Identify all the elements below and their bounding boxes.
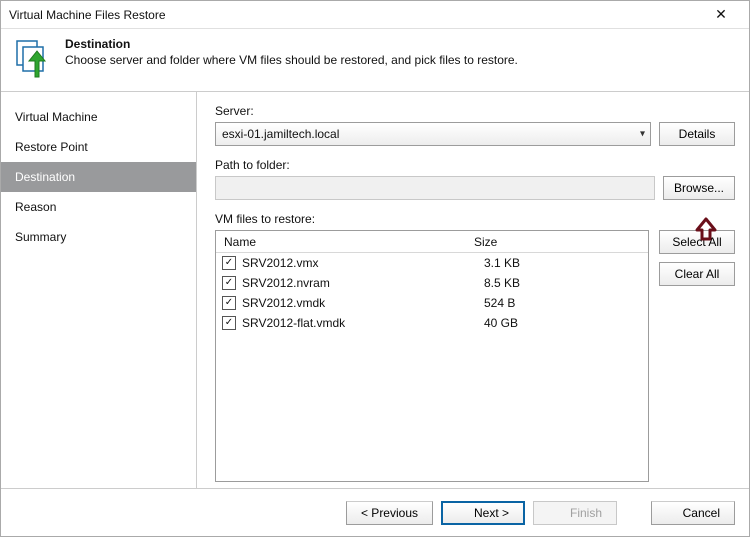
wizard-body: Virtual Machine Restore Point Destinatio…: [1, 91, 749, 488]
files-label: VM files to restore:: [215, 212, 735, 226]
details-button[interactable]: Details: [659, 122, 735, 146]
checkbox-icon[interactable]: ✓: [222, 276, 236, 290]
file-size: 3.1 KB: [478, 256, 648, 270]
path-input[interactable]: [215, 176, 655, 200]
titlebar: Virtual Machine Files Restore ✕: [1, 1, 749, 29]
files-list-rows: ✓ SRV2012.vmx3.1 KB ✓ SRV2012.nvram8.5 KB ✓ S…: [216, 253, 648, 481]
browse-button[interactable]: Browse...: [663, 176, 735, 200]
checkbox-icon[interactable]: ✓: [222, 256, 236, 270]
wizard-footer: < Previous Next > Finish Cancel: [1, 488, 749, 536]
server-select[interactable]: esxi-01.jamiltech.local: [215, 122, 651, 146]
sidebar-item-destination[interactable]: Destination: [1, 162, 196, 192]
step-title: Destination: [65, 37, 518, 51]
sidebar-item-restore-point[interactable]: Restore Point: [1, 132, 196, 162]
column-size-header[interactable]: Size: [468, 235, 638, 249]
files-listbox[interactable]: Name Size ✓ SRV2012.vmx3.1 KB ✓ SRV2012.nvr…: [215, 230, 649, 482]
file-size: 8.5 KB: [478, 276, 648, 290]
file-name: SRV2012-flat.vmdk: [240, 316, 478, 330]
previous-button[interactable]: < Previous: [346, 501, 433, 525]
file-name: SRV2012.vmx: [240, 256, 478, 270]
window-title: Virtual Machine Files Restore: [9, 8, 701, 22]
wizard-window: Virtual Machine Files Restore ✕ Destinat…: [0, 0, 750, 537]
next-button[interactable]: Next >: [441, 501, 525, 525]
step-description: Choose server and folder where VM files …: [65, 53, 518, 67]
finish-button: Finish: [533, 501, 617, 525]
restore-files-icon: [13, 39, 53, 79]
file-name: SRV2012.vmdk: [240, 296, 478, 310]
wizard-header: Destination Choose server and folder whe…: [1, 29, 749, 91]
sidebar-item-reason[interactable]: Reason: [1, 192, 196, 222]
file-row[interactable]: ✓ SRV2012.vmdk524 B: [216, 293, 648, 313]
sidebar-item-summary[interactable]: Summary: [1, 222, 196, 252]
file-row[interactable]: ✓ SRV2012.nvram8.5 KB: [216, 273, 648, 293]
server-label: Server:: [215, 104, 735, 118]
checkbox-icon[interactable]: ✓: [222, 316, 236, 330]
wizard-header-text: Destination Choose server and folder whe…: [65, 37, 518, 67]
file-row[interactable]: ✓ SRV2012.vmx3.1 KB: [216, 253, 648, 273]
wizard-main-panel: Server: esxi-01.jamiltech.local ▾ Detail…: [197, 92, 749, 488]
wizard-steps-sidebar: Virtual Machine Restore Point Destinatio…: [1, 92, 197, 488]
sidebar-item-virtual-machine[interactable]: Virtual Machine: [1, 102, 196, 132]
files-list-header: Name Size: [216, 231, 648, 253]
file-size: 524 B: [478, 296, 648, 310]
clear-all-button[interactable]: Clear All: [659, 262, 735, 286]
path-label: Path to folder:: [215, 158, 735, 172]
file-size: 40 GB: [478, 316, 648, 330]
file-name: SRV2012.nvram: [240, 276, 478, 290]
column-name-header[interactable]: Name: [216, 235, 468, 249]
checkbox-icon[interactable]: ✓: [222, 296, 236, 310]
cancel-button[interactable]: Cancel: [651, 501, 735, 525]
file-row[interactable]: ✓ SRV2012-flat.vmdk40 GB: [216, 313, 648, 333]
select-all-button[interactable]: Select All: [659, 230, 735, 254]
close-button[interactable]: ✕: [701, 6, 741, 23]
